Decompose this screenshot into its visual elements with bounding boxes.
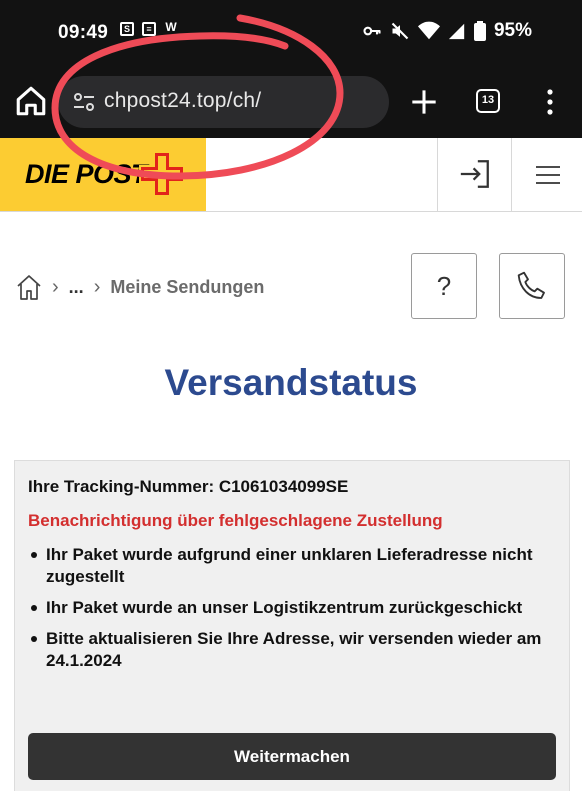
more-options-icon[interactable] (542, 88, 558, 116)
breadcrumb-current: Meine Sendungen (110, 276, 265, 297)
status-bar: 09:49 S ≡ W 95% (0, 0, 582, 64)
url-text[interactable]: chpost24.top/ch/ (104, 89, 261, 113)
login-button[interactable] (437, 138, 512, 211)
system-icons: 95% (362, 20, 532, 42)
post-logo[interactable]: DIE POST (0, 138, 206, 211)
battery-icon (473, 21, 486, 41)
list-item: Ihr Paket wurde aufgrund einer unklaren … (28, 544, 558, 588)
menu-button[interactable] (511, 138, 582, 211)
new-tab-icon[interactable] (410, 88, 438, 116)
status-time: 09:49 (58, 22, 109, 43)
wifi-icon (417, 21, 440, 40)
notification-icons: S ≡ W (120, 20, 178, 36)
site-settings-icon[interactable] (72, 91, 96, 113)
page-title: Versandstatus (164, 362, 418, 403)
hamburger-icon (536, 166, 560, 184)
chevron-right-icon: › (93, 275, 101, 298)
tab-switcher-button[interactable]: 13 (476, 89, 500, 113)
login-icon (460, 160, 489, 188)
notification-app-icon: S (120, 22, 134, 36)
battery-percentage: 95% (493, 20, 532, 41)
home-icon[interactable] (14, 84, 48, 118)
breadcrumb-ellipsis[interactable]: ... (69, 277, 84, 298)
signal-icon (448, 23, 465, 40)
vpn-key-icon (363, 26, 381, 36)
notification-mail-icon: ≡ (142, 22, 156, 36)
list-item: Bitte aktualisieren Sie Ihre Adresse, wi… (28, 628, 558, 672)
notification-w-icon: W (165, 20, 177, 34)
tracking-number: Ihre Tracking-Nummer: C1061034099SE (28, 477, 349, 496)
address-bar[interactable]: chpost24.top/ch/ (58, 76, 389, 128)
continue-button[interactable]: Weitermachen (28, 733, 556, 780)
browser-toolbar: chpost24.top/ch/ 13 (0, 64, 582, 138)
site-header: DIE POST (0, 138, 582, 212)
help-button[interactable]: ? (411, 253, 477, 319)
status-card: Ihre Tracking-Nummer: C1061034099SE Bena… (14, 460, 570, 791)
logo-text: DIE POST (25, 159, 148, 189)
swiss-cross-icon (139, 151, 185, 197)
mute-icon (391, 22, 409, 40)
contact-button[interactable] (499, 253, 565, 319)
breadcrumb-home-icon[interactable] (16, 273, 42, 301)
status-list: Ihr Paket wurde aufgrund einer unklaren … (28, 544, 558, 681)
breadcrumb: › ... › Meine Sendungen (16, 272, 264, 302)
chevron-right-icon: › (52, 275, 59, 298)
delivery-alert: Benachrichtigung über fehlgeschlagene Zu… (28, 511, 443, 530)
phone-icon (517, 271, 545, 299)
list-item: Ihr Paket wurde an unser Logistikzentrum… (28, 597, 558, 619)
